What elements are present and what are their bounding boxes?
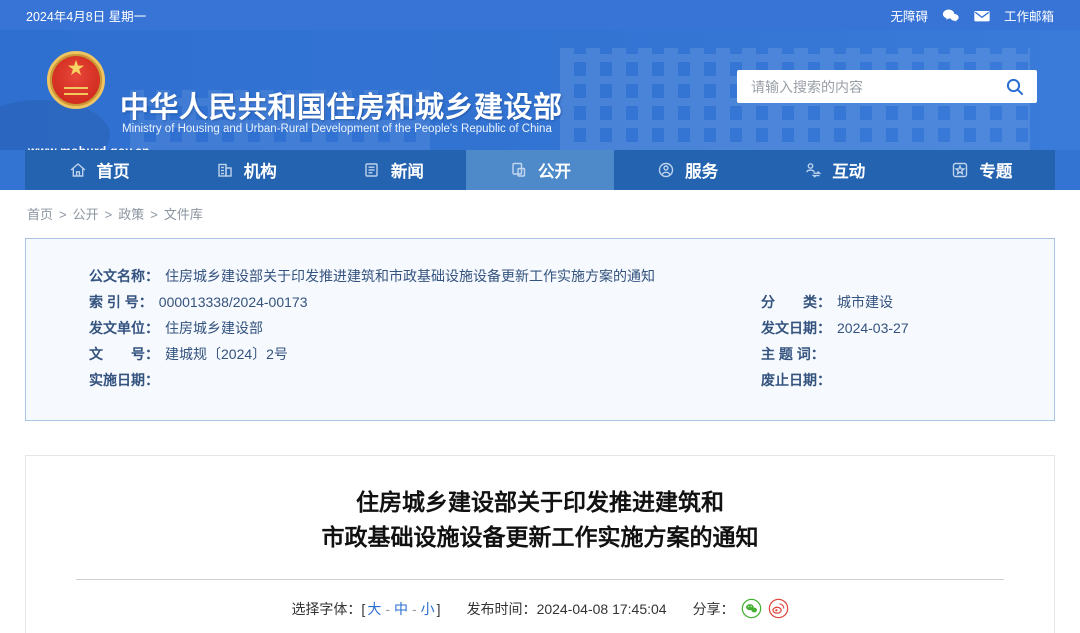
share-wechat-icon[interactable] (741, 598, 762, 619)
nav-label: 机构 (243, 163, 277, 181)
meta-row-repeal-date: 废止日期： (761, 372, 831, 388)
nav-item-news[interactable]: 新闻 (319, 150, 466, 190)
publish-time-value: 2024-04-08 17:45:04 (536, 600, 667, 617)
news-icon (362, 160, 382, 180)
meta-row-effective-date: 实施日期： (89, 372, 159, 388)
search-icon[interactable] (1003, 75, 1027, 99)
service-icon (656, 160, 676, 180)
nav-item-disclosure[interactable]: 公开 (466, 150, 614, 190)
nav-item-service[interactable]: 服务 (614, 150, 761, 190)
breadcrumb: 首页 > 公开 > 政策 > 文件库 (27, 207, 203, 222)
nav-label: 公开 (537, 163, 571, 181)
disclosure-icon (509, 160, 529, 180)
nav-label: 服务 (685, 163, 719, 181)
current-date: 2024年4月8日 星期一 (26, 9, 147, 24)
document-meta-panel: 公文名称： 住房城乡建设部关于印发推进建筑和市政基础设施设备更新工作实施方案的通知… (25, 238, 1055, 421)
nav-item-interaction[interactable]: 互动 (761, 150, 908, 190)
breadcrumb-policy[interactable]: 政策 (118, 207, 144, 222)
article-title: 住房城乡建设部关于印发推进建筑和 市政基础设施设备更新工作实施方案的通知 (321, 489, 759, 550)
accessibility-link[interactable]: 无障碍 (890, 6, 928, 25)
meta-row-index-no: 索 引 号： 000013338/2024-00173 (89, 294, 308, 310)
national-emblem-logo[interactable]: ★ (47, 51, 105, 109)
mail-icon (973, 8, 991, 23)
interaction-icon (803, 160, 823, 180)
meta-row-doc-no: 文 号： 建城规〔2024〕2号 (89, 346, 288, 362)
organization-icon (215, 160, 235, 180)
meta-row-issuing-unit: 发文单位： 住房城乡建设部 (89, 320, 263, 336)
nav-item-organization[interactable]: 机构 (172, 150, 319, 190)
main-navigation: 首页 机构 新闻 公开 服务 互动 专题 (0, 150, 1080, 190)
search-box (737, 70, 1037, 103)
article-info-bar: 选择字体：[大 - 中 - 小] 发布时间： 2024-04-08 17:45:04 分… (26, 598, 1054, 619)
breadcrumb-library[interactable]: 文件库 (164, 207, 203, 222)
publish-time-label: 发布时间： (466, 600, 537, 617)
search-input[interactable] (751, 78, 1003, 95)
site-header: ★ www.mohurd.gov.cn 中华人民共和国住房和城乡建设部 Mini… (0, 30, 1080, 150)
meta-row-issue-date: 发文日期： 2024-03-27 (761, 320, 909, 336)
nav-item-topics[interactable]: 专题 (908, 150, 1055, 190)
breadcrumb-home[interactable]: 首页 (27, 207, 53, 222)
meta-row-subject-words: 主 题 词： (761, 346, 825, 362)
topic-icon (950, 160, 970, 180)
nav-item-home[interactable]: 首页 (25, 150, 172, 190)
share-weibo-icon[interactable] (768, 598, 789, 619)
font-select-label: 选择字体：[ (291, 600, 366, 617)
meta-row-doc-name: 公文名称： 住房城乡建设部关于印发推进建筑和市政基础设施设备更新工作实施方案的通知 (89, 268, 655, 284)
top-utility-bar: 2024年4月8日 星期一 无障碍 工作邮箱 (0, 0, 1080, 30)
nav-label: 专题 (979, 163, 1013, 181)
tree-backdrop (0, 100, 110, 150)
nav-label: 互动 (832, 163, 866, 181)
font-size-medium[interactable]: 中 (394, 599, 408, 619)
site-url: www.mohurd.gov.cn (28, 144, 150, 150)
wechat-icon[interactable] (941, 7, 960, 23)
work-mailbox-link[interactable]: 工作邮箱 (1004, 6, 1054, 25)
breadcrumb-disclosure[interactable]: 公开 (73, 207, 99, 222)
home-icon (68, 160, 88, 180)
emblem-star-icon: ★ (66, 57, 86, 80)
nav-label: 新闻 (390, 163, 424, 181)
font-size-large[interactable]: 大 (367, 599, 381, 619)
nav-label: 首页 (96, 163, 130, 181)
title-divider (76, 579, 1004, 580)
share-label: 分享： (692, 600, 735, 617)
meta-row-category: 分 类： 城市建设 (761, 294, 893, 310)
emblem-gate-icon (64, 87, 88, 95)
site-title: 中华人民共和国住房和城乡建设部 (120, 92, 563, 124)
font-size-small[interactable]: 小 (421, 599, 435, 619)
article-panel: 住房城乡建设部关于印发推进建筑和 市政基础设施设备更新工作实施方案的通知 选择字… (25, 455, 1055, 633)
site-subtitle: Ministry of Housing and Urban-Rural Deve… (122, 123, 552, 135)
